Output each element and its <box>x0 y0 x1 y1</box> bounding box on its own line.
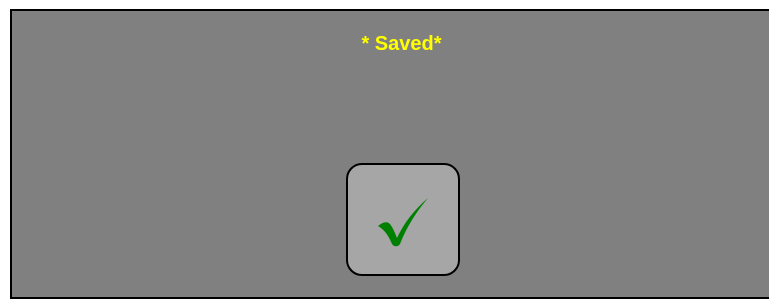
saved-dialog: * Saved* <box>10 9 769 299</box>
dialog-title: * Saved* <box>361 33 442 55</box>
check-icon <box>376 191 430 249</box>
confirm-button[interactable] <box>346 163 460 276</box>
